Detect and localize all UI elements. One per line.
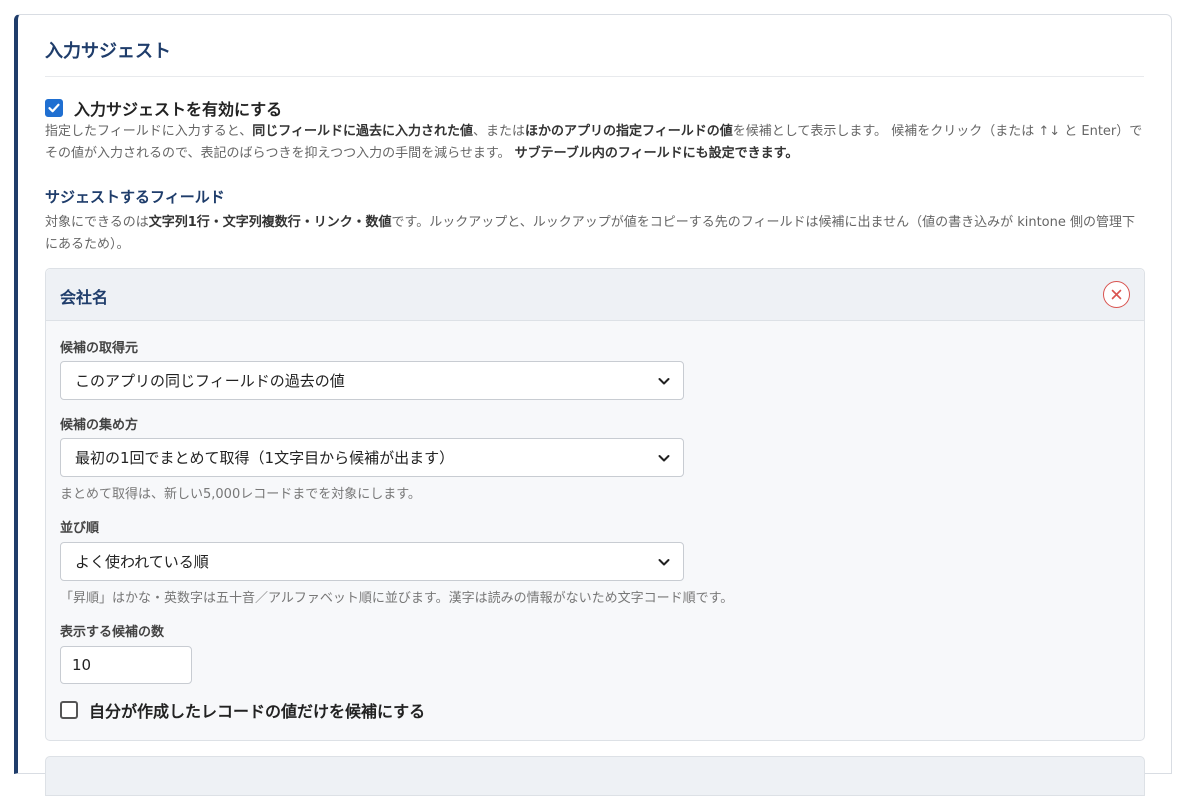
desc-bold: サブテーブル内のフィールドにも設定できます。	[514, 146, 799, 161]
field-panel-header: 会社名	[46, 269, 1144, 321]
input-suggest-card: 入力サジェスト 入力サジェストを有効にする 指定したフィールドに入力すると、同じ…	[14, 14, 1172, 796]
enable-suggest-row[interactable]: 入力サジェストを有効にする	[45, 96, 282, 120]
field-name: 会社名	[60, 288, 109, 307]
section-description: 対象にできるのは文字列1行・文字列複数行・リンク・数値です。ルックアップと、ルッ…	[45, 212, 1145, 256]
collect-select[interactable]: 最初の1回でまとめて取得（1文字目から候補が出ます）	[60, 438, 684, 477]
source-select[interactable]: このアプリの同じフィールドの過去の値	[60, 361, 684, 400]
next-field-panel	[45, 756, 1145, 796]
order-select[interactable]: よく使われている順	[60, 542, 684, 581]
source-label: 候補の取得元	[60, 341, 139, 356]
desc-text: 指定したフィールドに入力すると、	[45, 124, 253, 139]
own-records-checkbox[interactable]	[60, 701, 78, 719]
count-input[interactable]: 10	[60, 646, 192, 684]
order-select-value: よく使われている順	[75, 553, 209, 571]
section-desc-bold: 文字列1行・文字列複数行・リンク・数値	[148, 215, 392, 230]
order-help: 「昇順」はかな・英数字は五十音／アルファベット順に並びます。漢字は読みの情報がな…	[60, 591, 734, 606]
count-label: 表示する候補の数	[60, 625, 165, 640]
remove-field-button[interactable]	[1103, 281, 1130, 308]
section-desc-text: 対象にできるのは	[45, 215, 149, 230]
enable-suggest-label: 入力サジェストを有効にする	[74, 100, 283, 119]
chevron-down-icon	[658, 454, 670, 461]
collect-label: 候補の集め方	[60, 418, 139, 433]
desc-bold: 同じフィールドに過去に入力された値	[252, 124, 473, 139]
field-config-panel: 会社名 候補の取得元 このアプリの同じフィールドの過去の値 候補の集め方 最初の…	[45, 268, 1145, 741]
count-input-value: 10	[72, 656, 92, 674]
desc-text: 、または	[472, 124, 525, 139]
close-icon	[1111, 289, 1122, 300]
desc-bold: ほかのアプリの指定フィールドの値	[525, 124, 733, 139]
enable-suggest-checkbox[interactable]	[45, 99, 63, 117]
suggest-description: 指定したフィールドに入力すると、同じフィールドに過去に入力された値、またはほかの…	[45, 121, 1145, 165]
order-label: 並び順	[60, 521, 100, 536]
collect-select-value: 最初の1回でまとめて取得（1文字目から候補が出ます）	[75, 449, 455, 467]
own-records-label: 自分が作成したレコードの値だけを候補にする	[89, 702, 426, 721]
collect-help: まとめて取得は、新しい5,000レコードまでを対象にします。	[60, 487, 421, 502]
card-title: 入力サジェスト	[45, 41, 171, 62]
chevron-down-icon	[658, 377, 670, 384]
divider	[45, 76, 1144, 77]
section-title: サジェストするフィールド	[45, 188, 225, 206]
source-select-value: このアプリの同じフィールドの過去の値	[75, 372, 345, 390]
own-records-row[interactable]: 自分が作成したレコードの値だけを候補にする	[60, 698, 425, 722]
check-icon	[48, 103, 60, 113]
chevron-down-icon	[658, 558, 670, 565]
